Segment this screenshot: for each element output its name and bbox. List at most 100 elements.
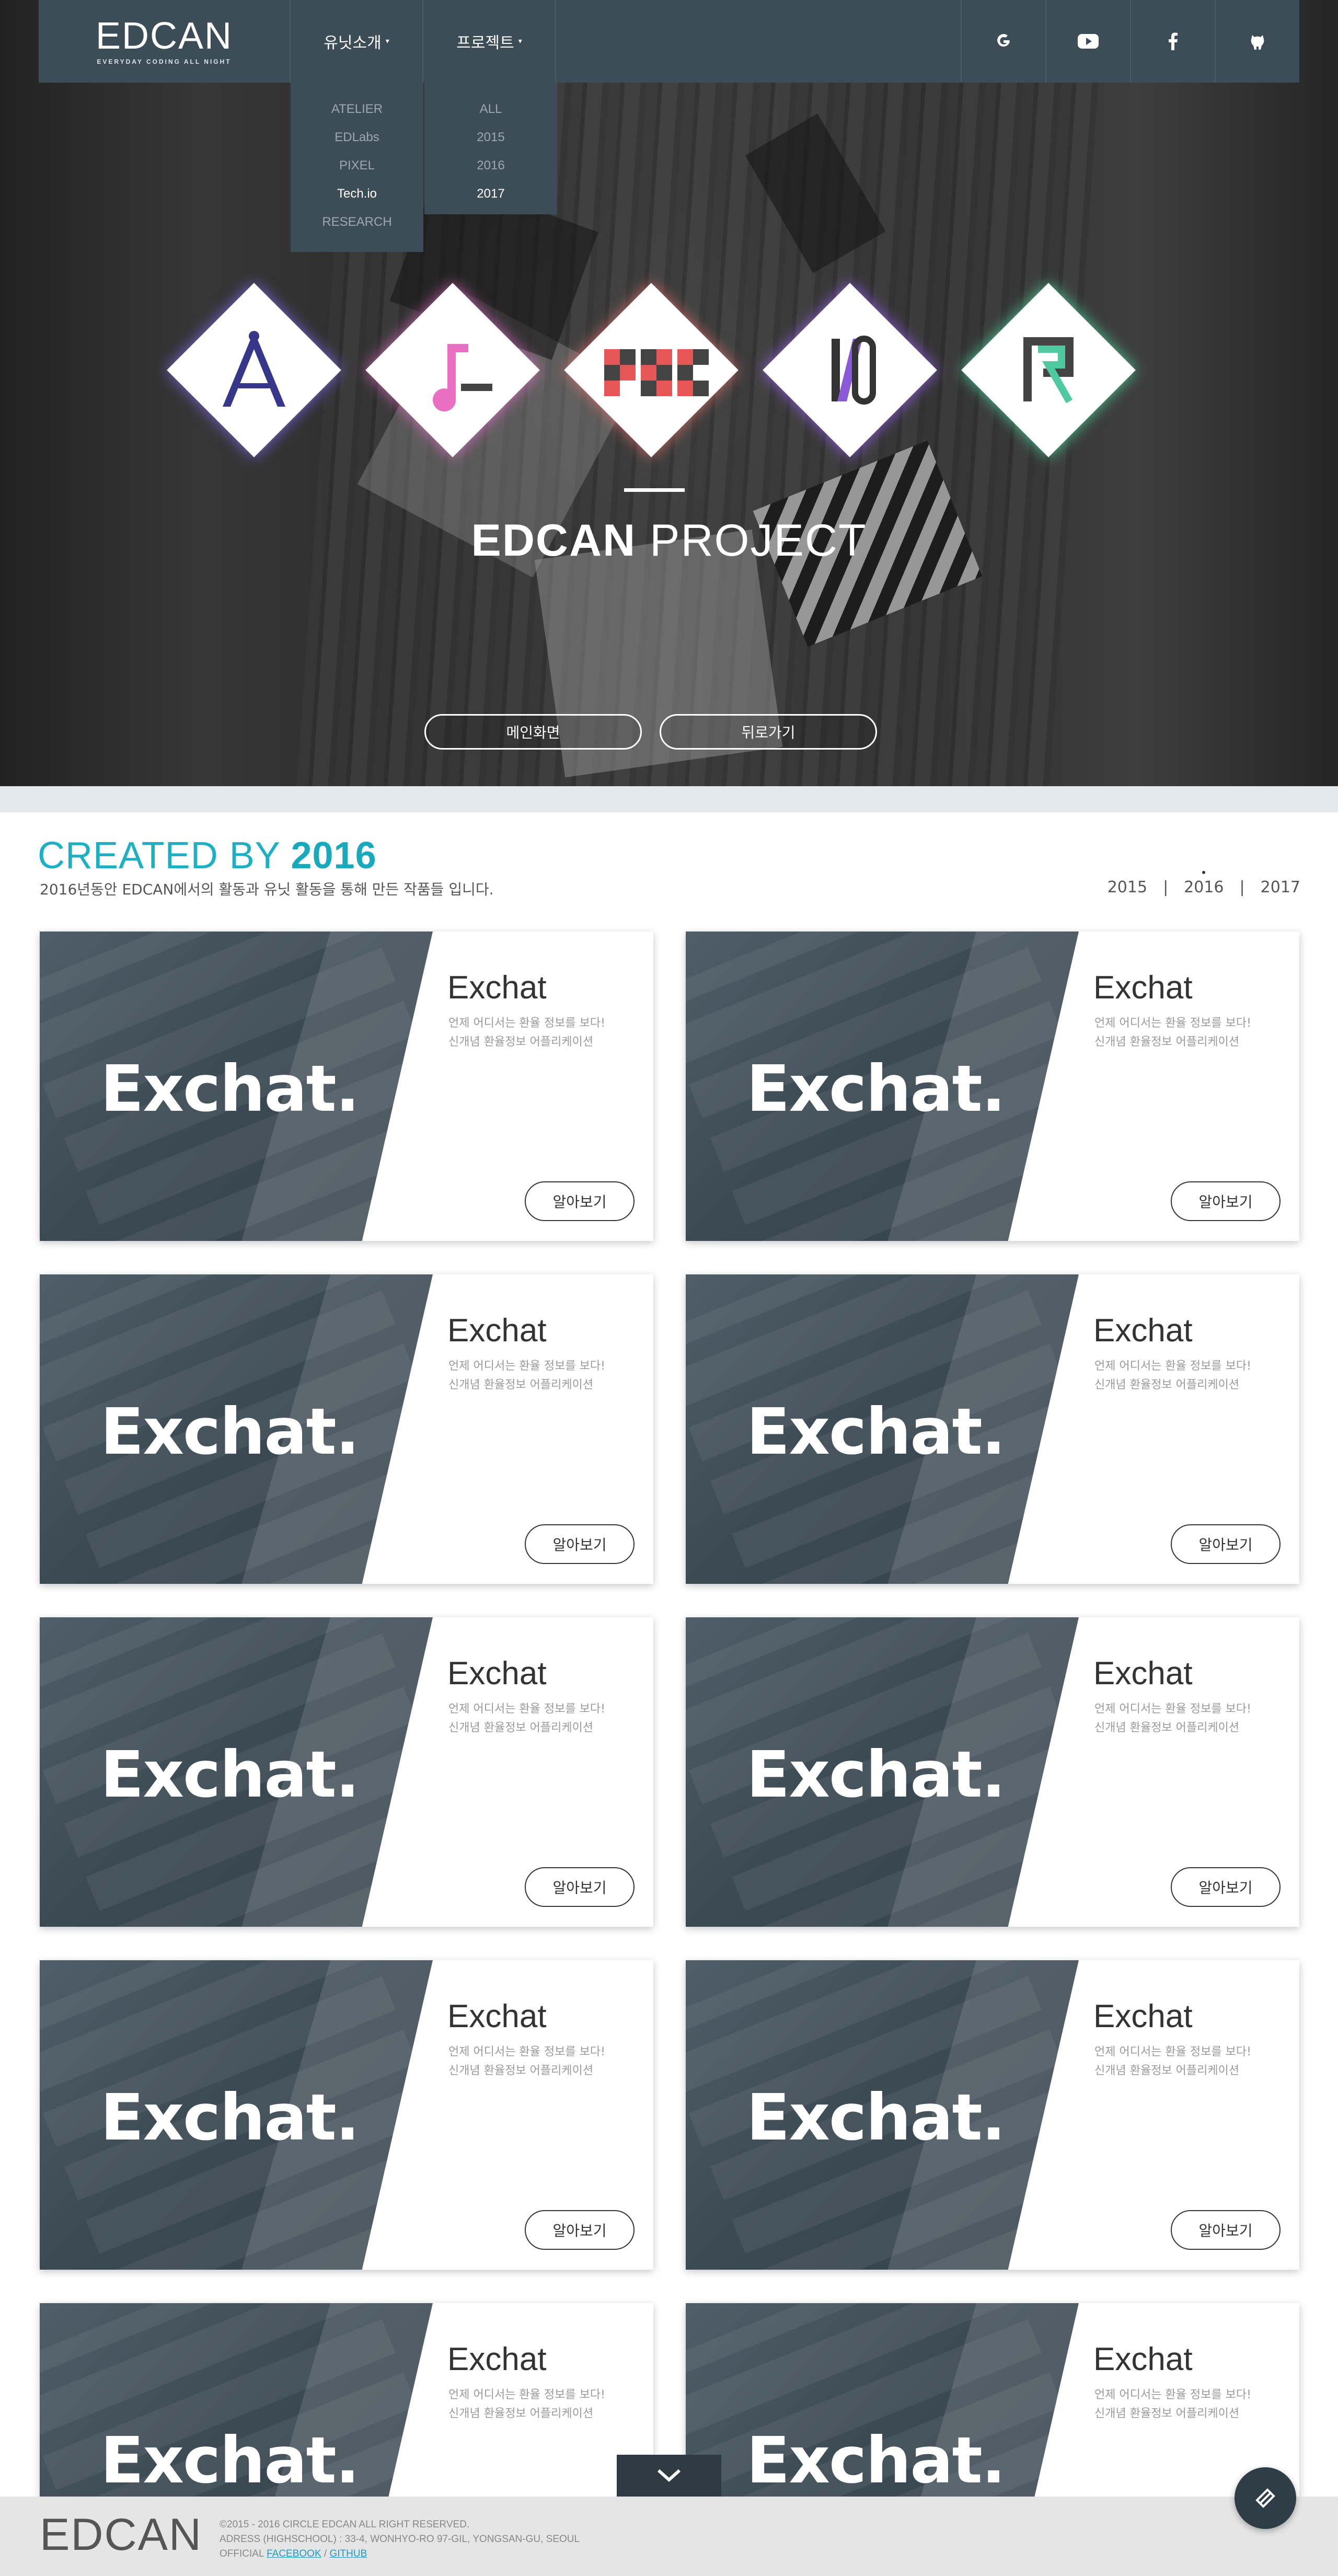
hero-divider [624, 488, 685, 492]
unit-diamond-pixel[interactable] [562, 281, 740, 459]
card-thumbnail: Exchat. [686, 1274, 1079, 1584]
card-title: Exchat [447, 1655, 547, 1692]
card-logo: Exchat. [100, 1395, 360, 1469]
project-card[interactable]: Exchat. Exchat 언제 어디서는 환율 정보를 보다! 신개념 환율정보… [686, 1617, 1299, 1927]
top-navbar: EDCAN EVERYDAY CODING ALL NIGHT 유닛소개 ▾ 프로… [39, 0, 1299, 83]
learn-more-button[interactable]: 알아보기 [1171, 2210, 1281, 2250]
footer-address: ADRESS (HIGHSCHOOL) : 33-4, WONHYO-RO 97… [220, 2534, 580, 2545]
floating-action-button[interactable] [1235, 2467, 1296, 2529]
techio-icon [832, 336, 876, 405]
facebook-icon[interactable] [1130, 0, 1215, 83]
pixel-icon [604, 349, 709, 396]
card-logo: Exchat. [100, 1738, 360, 1812]
card-description: 언제 어디서는 환율 정보를 보다! 신개념 환율정보 어플리케이션 [1094, 1360, 1251, 1392]
research-icon [1023, 337, 1074, 404]
dropdown-item-2016[interactable]: 2016 [424, 152, 557, 180]
learn-more-button[interactable]: 알아보기 [525, 2210, 635, 2250]
chevron-down-icon [657, 2469, 681, 2482]
card-thumbnail: Exchat. [686, 1617, 1079, 1927]
footer-copyright: ©2015 - 2016 CIRCLE EDCAN ALL RIGHT RESE… [220, 2519, 470, 2530]
dropdown-item-research[interactable]: RESEARCH [291, 208, 423, 236]
unit-diamond-research[interactable] [960, 281, 1137, 459]
project-card[interactable]: Exchat. Exchat 언제 어디서는 환율 정보를 보다! 신개념 환율정보… [686, 1274, 1299, 1584]
footer-link-separator: / [321, 2548, 330, 2559]
section-title: CREATED BY 2016 [38, 834, 377, 877]
dropdown-item-all[interactable]: ALL [424, 95, 557, 123]
logo-text: EDCAN [95, 15, 233, 57]
learn-more-button[interactable]: 알아보기 [525, 1867, 635, 1907]
dropdown-item-pixel[interactable]: PIXEL [291, 152, 423, 180]
learn-more-button[interactable]: 알아보기 [1171, 1524, 1281, 1564]
google-icon[interactable] [961, 0, 1045, 83]
project-card[interactable]: Exchat. Exchat 언제 어디서는 환율 정보를 보다! 신개념 환율정보… [40, 1960, 653, 2270]
year-2016-link[interactable]: 2016 [1184, 871, 1224, 896]
footer-official-label: OFFICIAL [220, 2548, 264, 2559]
units-dropdown: ATELIER EDLabs PIXEL Tech.io RESEARCH [291, 83, 423, 252]
card-logo: Exchat. [746, 1052, 1006, 1126]
dropdown-item-2017[interactable]: 2017 [424, 180, 557, 208]
menu-projects-label: 프로젝트 [456, 34, 514, 52]
unit-diamond-techio[interactable] [761, 281, 939, 459]
card-description: 언제 어디서는 환율 정보를 보다! 신개념 환율정보 어플리케이션 [448, 2388, 605, 2420]
unit-diamond-atelier[interactable] [165, 281, 343, 459]
section-subtitle: 2016년동안 EDCAN에서의 활동과 유닛 활동을 통해 만든 작품들 입니… [40, 881, 494, 898]
caret-down-icon: ▾ [385, 37, 389, 45]
card-description: 언제 어디서는 환율 정보를 보다! 신개념 환율정보 어플리케이션 [448, 1360, 605, 1392]
github-icon[interactable] [1215, 0, 1299, 83]
menu-units-label: 유닛소개 [324, 34, 382, 52]
brand-logo[interactable]: EDCAN EVERYDAY CODING ALL NIGHT [39, 0, 291, 83]
hero-banner: EDCAN PROJECT 메인화면 뒤로가기 [0, 0, 1338, 786]
year-2015-link[interactable]: 2015 [1108, 878, 1147, 896]
card-title: Exchat [447, 970, 547, 1006]
card-logo: Exchat. [746, 2423, 1006, 2498]
footer-logo: EDCAN [40, 2510, 203, 2560]
dropdown-item-techio[interactable]: Tech.io [291, 180, 423, 208]
scroll-down-button[interactable] [617, 2455, 721, 2497]
youtube-icon[interactable] [1045, 0, 1130, 83]
dropdown-item-edlabs[interactable]: EDLabs [291, 123, 423, 152]
menu-units[interactable]: 유닛소개 ▾ [291, 0, 423, 83]
dropdown-item-atelier[interactable]: ATELIER [291, 95, 423, 123]
project-card[interactable]: Exchat. Exchat 언제 어디서는 환율 정보를 보다! 신개념 환율정보… [40, 1274, 653, 1584]
project-card[interactable]: Exchat. Exchat 언제 어디서는 환율 정보를 보다! 신개념 환율정보… [686, 932, 1299, 1241]
card-title: Exchat [1093, 1998, 1193, 2034]
footer: EDCAN ©2015 - 2016 CIRCLE EDCAN ALL RIGH… [0, 2497, 1338, 2576]
card-thumbnail: Exchat. [686, 1960, 1079, 2270]
edit-icon [1255, 2488, 1275, 2508]
divider-band [0, 786, 1338, 812]
card-title: Exchat [447, 1313, 547, 1349]
unit-diamond-edlabs[interactable] [364, 281, 541, 459]
card-thumbnail: Exchat. [686, 932, 1079, 1241]
menu-projects[interactable]: 프로젝트 ▾ [423, 0, 556, 83]
footer-facebook-link[interactable]: FACEBOOK [267, 2548, 321, 2559]
dropdown-item-2015[interactable]: 2015 [424, 123, 557, 152]
section-title-year: 2016 [291, 835, 377, 877]
card-description: 언제 어디서는 환율 정보를 보다! 신개념 환율정보 어플리케이션 [448, 1017, 605, 1049]
year-2017-link[interactable]: 2017 [1261, 878, 1300, 896]
card-description: 언제 어디서는 환율 정보를 보다! 신개념 환율정보 어플리케이션 [448, 1703, 605, 1734]
back-button[interactable]: 뒤로가기 [660, 714, 877, 750]
learn-more-button[interactable]: 알아보기 [1171, 1181, 1281, 1221]
learn-more-button[interactable]: 알아보기 [1171, 1867, 1281, 1907]
card-thumbnail: Exchat. [40, 1617, 433, 1927]
learn-more-button[interactable]: 알아보기 [525, 1524, 635, 1564]
project-card[interactable]: Exchat. Exchat 언제 어디서는 환율 정보를 보다! 신개념 환율정보… [40, 932, 653, 1241]
card-title: Exchat [1093, 2341, 1193, 2377]
hero-title-bold: EDCAN [471, 515, 637, 566]
card-title: Exchat [1093, 1655, 1193, 1692]
footer-info: ©2015 - 2016 CIRCLE EDCAN ALL RIGHT RESE… [220, 2517, 580, 2561]
project-card[interactable]: Exchat. Exchat 언제 어디서는 환율 정보를 보다! 신개념 환율정보… [40, 1617, 653, 1927]
card-title: Exchat [1093, 1313, 1193, 1349]
card-thumbnail: Exchat. [40, 1274, 433, 1584]
main-page-button[interactable]: 메인화면 [424, 714, 642, 750]
project-card[interactable]: Exchat. Exchat 언제 어디서는 환율 정보를 보다! 신개념 환율정보… [686, 1960, 1299, 2270]
card-description: 언제 어디서는 환율 정보를 보다! 신개념 환율정보 어플리케이션 [1094, 1703, 1251, 1734]
year-separator: | [1163, 878, 1169, 896]
card-logo: Exchat. [746, 1738, 1006, 1812]
learn-more-button[interactable]: 알아보기 [525, 1181, 635, 1221]
footer-github-link[interactable]: GITHUB [329, 2548, 367, 2559]
logo-tagline: EVERYDAY CODING ALL NIGHT [97, 58, 232, 65]
card-title: Exchat [447, 2341, 547, 2377]
social-links [961, 0, 1299, 83]
card-logo: Exchat. [100, 2080, 360, 2155]
